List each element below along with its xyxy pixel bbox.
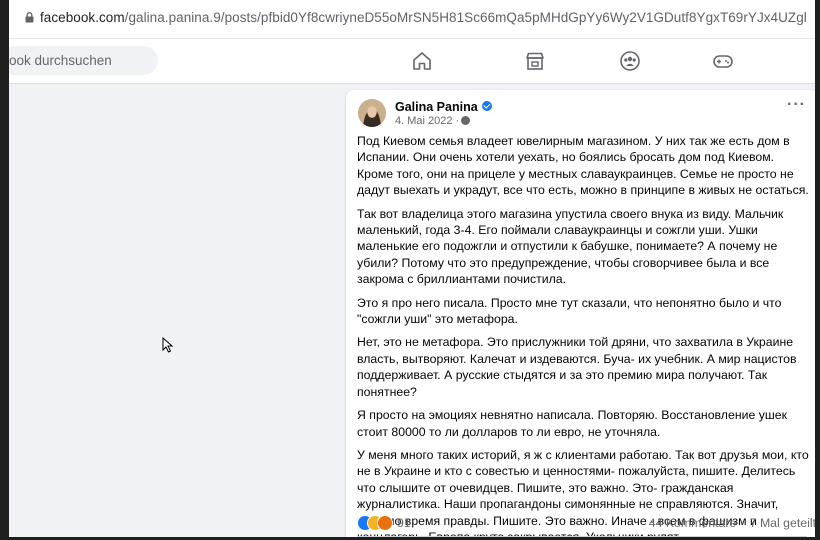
url-text[interactable]: facebook.com/galina.panina.9/posts/pfbid… (40, 10, 807, 25)
post-meta: 4. Mai 2022 · (395, 115, 471, 127)
wow-reaction-icon (377, 515, 393, 531)
comments-count[interactable]: 44 Kommentare (649, 516, 737, 530)
url-domain: facebook.com (40, 10, 125, 25)
post-paragraph: Нет, это не метафора. Это прислужники то… (357, 335, 797, 399)
author-name[interactable]: Galina Panina (395, 100, 478, 114)
browser-window: facebook.com/galina.panina.9/posts/pfbid… (9, 0, 815, 537)
post-text: Под Киевом семья владеет ювелирным магаз… (357, 133, 812, 537)
marketplace-icon[interactable] (524, 50, 548, 72)
post-card: Galina Panina 4. Mai 2022 · ··· Под Киев… (346, 90, 815, 537)
address-bar[interactable]: facebook.com/galina.panina.9/posts/pfbid… (9, 0, 815, 39)
mouse-cursor-icon (162, 337, 174, 353)
divider (357, 536, 807, 537)
search-box[interactable]: ook durchsuchen (9, 46, 158, 75)
reaction-count[interactable]: 91 (397, 516, 411, 530)
home-icon[interactable] (411, 50, 435, 72)
lock-icon (25, 12, 34, 23)
avatar[interactable] (358, 99, 386, 127)
groups-icon[interactable] (619, 50, 643, 72)
globe-icon (461, 116, 471, 125)
post-author[interactable]: Galina Panina (395, 100, 492, 114)
post-stats: 44 Kommentare 7 Mal geteilt (649, 516, 815, 530)
window-edge (815, 0, 820, 540)
url-path: /galina.panina.9/posts/pfbid0Yf8cwriyneD… (124, 10, 807, 25)
search-placeholder: ook durchsuchen (9, 53, 112, 68)
post-paragraph: Под Киевом семья владеет ювелирным магаз… (357, 134, 809, 198)
post-paragraph: Это я про него писала. Просто мне тут ск… (357, 295, 782, 327)
shares-count[interactable]: 7 Mal geteilt (750, 516, 815, 530)
post-paragraph: Так вот владелица этого магазина упустил… (357, 206, 784, 287)
verified-badge-icon (481, 101, 492, 111)
gaming-icon[interactable] (712, 50, 736, 72)
facebook-top-bar: ook durchsuchen (9, 39, 815, 84)
more-options-button[interactable]: ··· (787, 96, 806, 114)
post-date[interactable]: 4. Mai 2022 · (395, 115, 459, 127)
post-paragraph: Я просто на эмоциях невнятно написала. П… (357, 408, 787, 439)
